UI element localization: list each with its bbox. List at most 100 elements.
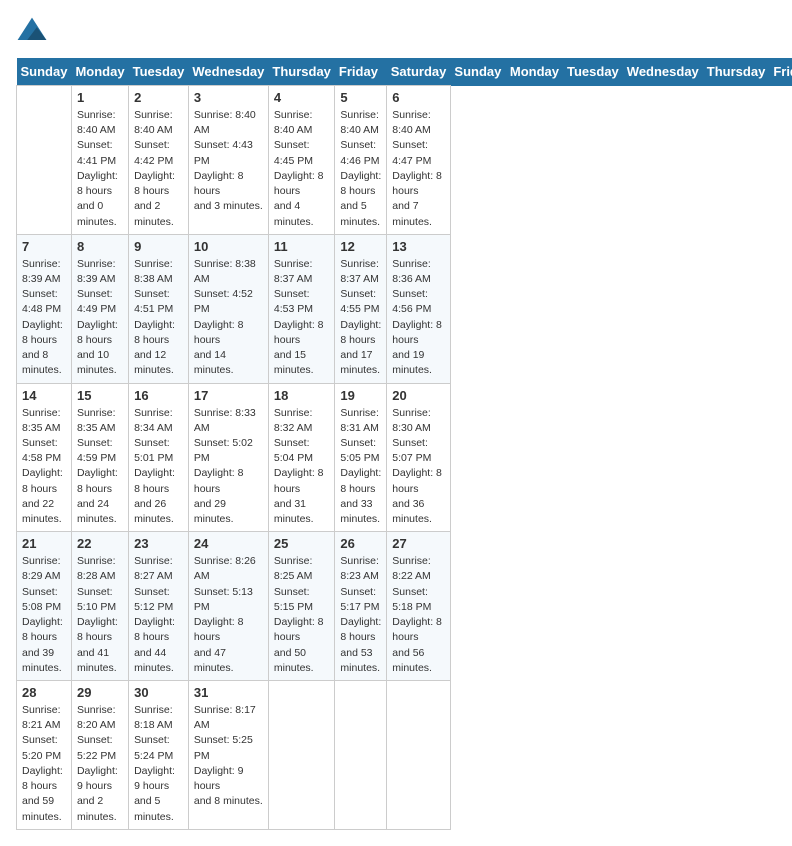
day-number: 27 xyxy=(392,536,445,551)
cell-content: Sunrise: 8:40 AMSunset: 4:41 PMDaylight:… xyxy=(77,108,123,230)
day-number: 4 xyxy=(274,90,330,105)
cell-content: Sunrise: 8:30 AMSunset: 5:07 PMDaylight:… xyxy=(392,406,445,528)
header-day-wednesday: Wednesday xyxy=(188,58,268,86)
header-day-saturday: Saturday xyxy=(387,58,451,86)
calendar-cell: 21 Sunrise: 8:29 AMSunset: 5:08 PMDayligh… xyxy=(17,532,72,681)
cell-content: Sunrise: 8:37 AMSunset: 4:53 PMDaylight:… xyxy=(274,257,330,379)
day-number: 12 xyxy=(340,239,381,254)
cell-content: Sunrise: 8:29 AMSunset: 5:08 PMDaylight:… xyxy=(22,554,66,676)
calendar-cell: 5Sunrise: 8:40 AMSunset: 4:46 PMDaylight… xyxy=(335,86,387,235)
cell-content: Sunrise: 8:38 AMSunset: 4:52 PMDaylight:… xyxy=(194,257,263,379)
day-number: 23 xyxy=(134,536,183,551)
calendar-cell: 18 Sunrise: 8:32 AMSunset: 5:04 PMDayligh… xyxy=(268,383,335,532)
cell-content: Sunrise: 8:35 AMSunset: 4:58 PMDaylight:… xyxy=(22,406,66,528)
header-friday: Friday xyxy=(769,58,792,86)
calendar-cell: 2 Sunrise: 8:40 AMSunset: 4:42 PMDaylight… xyxy=(129,86,189,235)
calendar-week-4: 21 Sunrise: 8:29 AMSunset: 5:08 PMDayligh… xyxy=(17,532,792,681)
header-day-thursday: Thursday xyxy=(268,58,335,86)
calendar-week-2: 7Sunrise: 8:39 AMSunset: 4:48 PMDaylight… xyxy=(17,234,792,383)
day-number: 1 xyxy=(77,90,123,105)
calendar-cell: 30 Sunrise: 8:18 AMSunset: 5:24 PMDayligh… xyxy=(129,681,189,830)
calendar-cell: 8Sunrise: 8:39 AMSunset: 4:49 PMDaylight… xyxy=(71,234,128,383)
header-thursday: Thursday xyxy=(703,58,770,86)
header xyxy=(16,16,776,48)
day-number: 13 xyxy=(392,239,445,254)
calendar-cell xyxy=(335,681,387,830)
day-number: 30 xyxy=(134,685,183,700)
calendar-cell: 6 Sunrise: 8:40 AMSunset: 4:47 PMDaylight… xyxy=(387,86,451,235)
calendar-cell: 15Sunrise: 8:35 AMSunset: 4:59 PMDayligh… xyxy=(71,383,128,532)
calendar-cell: 29 Sunrise: 8:20 AMSunset: 5:22 PMDayligh… xyxy=(71,681,128,830)
cell-content: Sunrise: 8:26 AMSunset: 5:13 PMDaylight:… xyxy=(194,554,263,676)
cell-content: Sunrise: 8:40 AMSunset: 4:42 PMDaylight:… xyxy=(134,108,183,230)
calendar-cell: 11Sunrise: 8:37 AMSunset: 4:53 PMDayligh… xyxy=(268,234,335,383)
calendar-cell xyxy=(268,681,335,830)
day-number: 5 xyxy=(340,90,381,105)
header-day-monday: Monday xyxy=(71,58,128,86)
header-sunday: Sunday xyxy=(450,58,505,86)
cell-content: Sunrise: 8:40 AMSunset: 4:43 PMDaylight:… xyxy=(194,108,263,215)
calendar-week-3: 14 Sunrise: 8:35 AMSunset: 4:58 PMDayligh… xyxy=(17,383,792,532)
calendar-cell: 19Sunrise: 8:31 AMSunset: 5:05 PMDayligh… xyxy=(335,383,387,532)
calendar-cell: 14 Sunrise: 8:35 AMSunset: 4:58 PMDayligh… xyxy=(17,383,72,532)
calendar-cell: 20 Sunrise: 8:30 AMSunset: 5:07 PMDayligh… xyxy=(387,383,451,532)
day-number: 29 xyxy=(77,685,123,700)
cell-content: Sunrise: 8:33 AMSunset: 5:02 PMDaylight:… xyxy=(194,406,263,528)
cell-content: Sunrise: 8:36 AMSunset: 4:56 PMDaylight:… xyxy=(392,257,445,379)
day-number: 2 xyxy=(134,90,183,105)
calendar-cell: 24Sunrise: 8:26 AMSunset: 5:13 PMDayligh… xyxy=(188,532,268,681)
day-number: 7 xyxy=(22,239,66,254)
day-number: 3 xyxy=(194,90,263,105)
day-number: 18 xyxy=(274,388,330,403)
header-wednesday: Wednesday xyxy=(623,58,703,86)
day-number: 8 xyxy=(77,239,123,254)
cell-content: Sunrise: 8:35 AMSunset: 4:59 PMDaylight:… xyxy=(77,406,123,528)
calendar-cell: 16Sunrise: 8:34 AMSunset: 5:01 PMDayligh… xyxy=(129,383,189,532)
day-number: 25 xyxy=(274,536,330,551)
logo xyxy=(16,16,52,48)
cell-content: Sunrise: 8:40 AMSunset: 4:47 PMDaylight:… xyxy=(392,108,445,230)
cell-content: Sunrise: 8:31 AMSunset: 5:05 PMDaylight:… xyxy=(340,406,381,528)
calendar-cell: 12 Sunrise: 8:37 AMSunset: 4:55 PMDayligh… xyxy=(335,234,387,383)
day-number: 16 xyxy=(134,388,183,403)
logo-icon xyxy=(16,16,48,48)
cell-content: Sunrise: 8:25 AMSunset: 5:15 PMDaylight:… xyxy=(274,554,330,676)
day-number: 6 xyxy=(392,90,445,105)
cell-content: Sunrise: 8:40 AMSunset: 4:45 PMDaylight:… xyxy=(274,108,330,230)
calendar-cell: 3 Sunrise: 8:40 AMSunset: 4:43 PMDaylight… xyxy=(188,86,268,235)
day-number: 26 xyxy=(340,536,381,551)
day-number: 21 xyxy=(22,536,66,551)
calendar-cell: 17 Sunrise: 8:33 AMSunset: 5:02 PMDayligh… xyxy=(188,383,268,532)
calendar-cell: 26 Sunrise: 8:23 AMSunset: 5:17 PMDayligh… xyxy=(335,532,387,681)
cell-content: Sunrise: 8:17 AMSunset: 5:25 PMDaylight:… xyxy=(194,703,263,810)
calendar-cell: 27Sunrise: 8:22 AMSunset: 5:18 PMDayligh… xyxy=(387,532,451,681)
calendar-cell: 10 Sunrise: 8:38 AMSunset: 4:52 PMDayligh… xyxy=(188,234,268,383)
header-day-tuesday: Tuesday xyxy=(129,58,189,86)
cell-content: Sunrise: 8:27 AMSunset: 5:12 PMDaylight:… xyxy=(134,554,183,676)
header-day-friday: Friday xyxy=(335,58,387,86)
day-number: 28 xyxy=(22,685,66,700)
day-number: 31 xyxy=(194,685,263,700)
cell-content: Sunrise: 8:23 AMSunset: 5:17 PMDaylight:… xyxy=(340,554,381,676)
day-number: 20 xyxy=(392,388,445,403)
calendar-cell xyxy=(387,681,451,830)
day-number: 10 xyxy=(194,239,263,254)
calendar-cell: 23 Sunrise: 8:27 AMSunset: 5:12 PMDayligh… xyxy=(129,532,189,681)
cell-content: Sunrise: 8:37 AMSunset: 4:55 PMDaylight:… xyxy=(340,257,381,379)
calendar-cell: 7Sunrise: 8:39 AMSunset: 4:48 PMDaylight… xyxy=(17,234,72,383)
calendar-cell: 22Sunrise: 8:28 AMSunset: 5:10 PMDayligh… xyxy=(71,532,128,681)
cell-content: Sunrise: 8:18 AMSunset: 5:24 PMDaylight:… xyxy=(134,703,183,825)
header-day-sunday: Sunday xyxy=(17,58,72,86)
cell-content: Sunrise: 8:21 AMSunset: 5:20 PMDaylight:… xyxy=(22,703,66,825)
calendar-table: SundayMondayTuesdayWednesdayThursdayFrid… xyxy=(16,58,792,830)
calendar-week-5: 28 Sunrise: 8:21 AMSunset: 5:20 PMDayligh… xyxy=(17,681,792,830)
day-number: 17 xyxy=(194,388,263,403)
cell-content: Sunrise: 8:32 AMSunset: 5:04 PMDaylight:… xyxy=(274,406,330,528)
cell-content: Sunrise: 8:20 AMSunset: 5:22 PMDaylight:… xyxy=(77,703,123,825)
calendar-cell: 9Sunrise: 8:38 AMSunset: 4:51 PMDaylight… xyxy=(129,234,189,383)
calendar-cell: 25 Sunrise: 8:25 AMSunset: 5:15 PMDayligh… xyxy=(268,532,335,681)
calendar-cell xyxy=(17,86,72,235)
day-number: 14 xyxy=(22,388,66,403)
day-number: 9 xyxy=(134,239,183,254)
calendar-cell: 13 Sunrise: 8:36 AMSunset: 4:56 PMDayligh… xyxy=(387,234,451,383)
